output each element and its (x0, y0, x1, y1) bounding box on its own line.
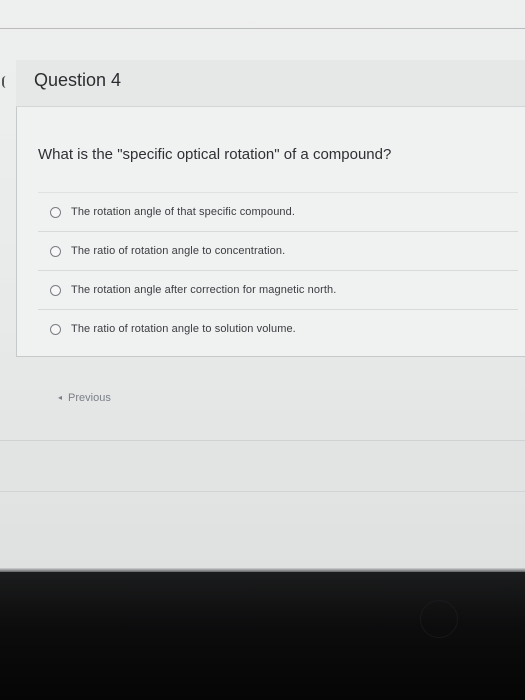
answer-option-label: The ratio of rotation angle to solution … (71, 323, 296, 335)
answer-option[interactable]: The ratio of rotation angle to solution … (38, 309, 518, 348)
radio-button[interactable] (50, 245, 61, 257)
answer-options: The rotation angle of that specific comp… (38, 192, 518, 348)
previous-label: Previous (68, 392, 111, 404)
answer-option[interactable]: The ratio of rotation angle to concentra… (38, 231, 518, 270)
answer-option-label: The rotation angle of that specific comp… (71, 206, 296, 218)
answer-option-label: The ratio of rotation angle to concentra… (71, 245, 286, 257)
radio-button[interactable] (50, 206, 61, 218)
answer-option-label: The rotation angle after correction for … (71, 284, 337, 296)
collapse-handle[interactable] (2, 76, 8, 88)
top-divider (0, 28, 525, 29)
answer-option[interactable]: The rotation angle of that specific comp… (38, 192, 518, 231)
question-text: What is the "specific optical rotation" … (38, 146, 392, 163)
radio-button[interactable] (50, 323, 61, 335)
chevron-left-icon: ◂ (58, 393, 63, 402)
radio-button[interactable] (50, 284, 61, 296)
footer-band (0, 440, 525, 492)
answer-option[interactable]: The rotation angle after correction for … (38, 270, 518, 309)
previous-button[interactable]: ◂ Previous (58, 392, 111, 404)
logo-icon (420, 600, 458, 638)
question-title: Question 4 (34, 70, 122, 90)
screen: Question 4 What is the "specific optical… (0, 0, 525, 572)
